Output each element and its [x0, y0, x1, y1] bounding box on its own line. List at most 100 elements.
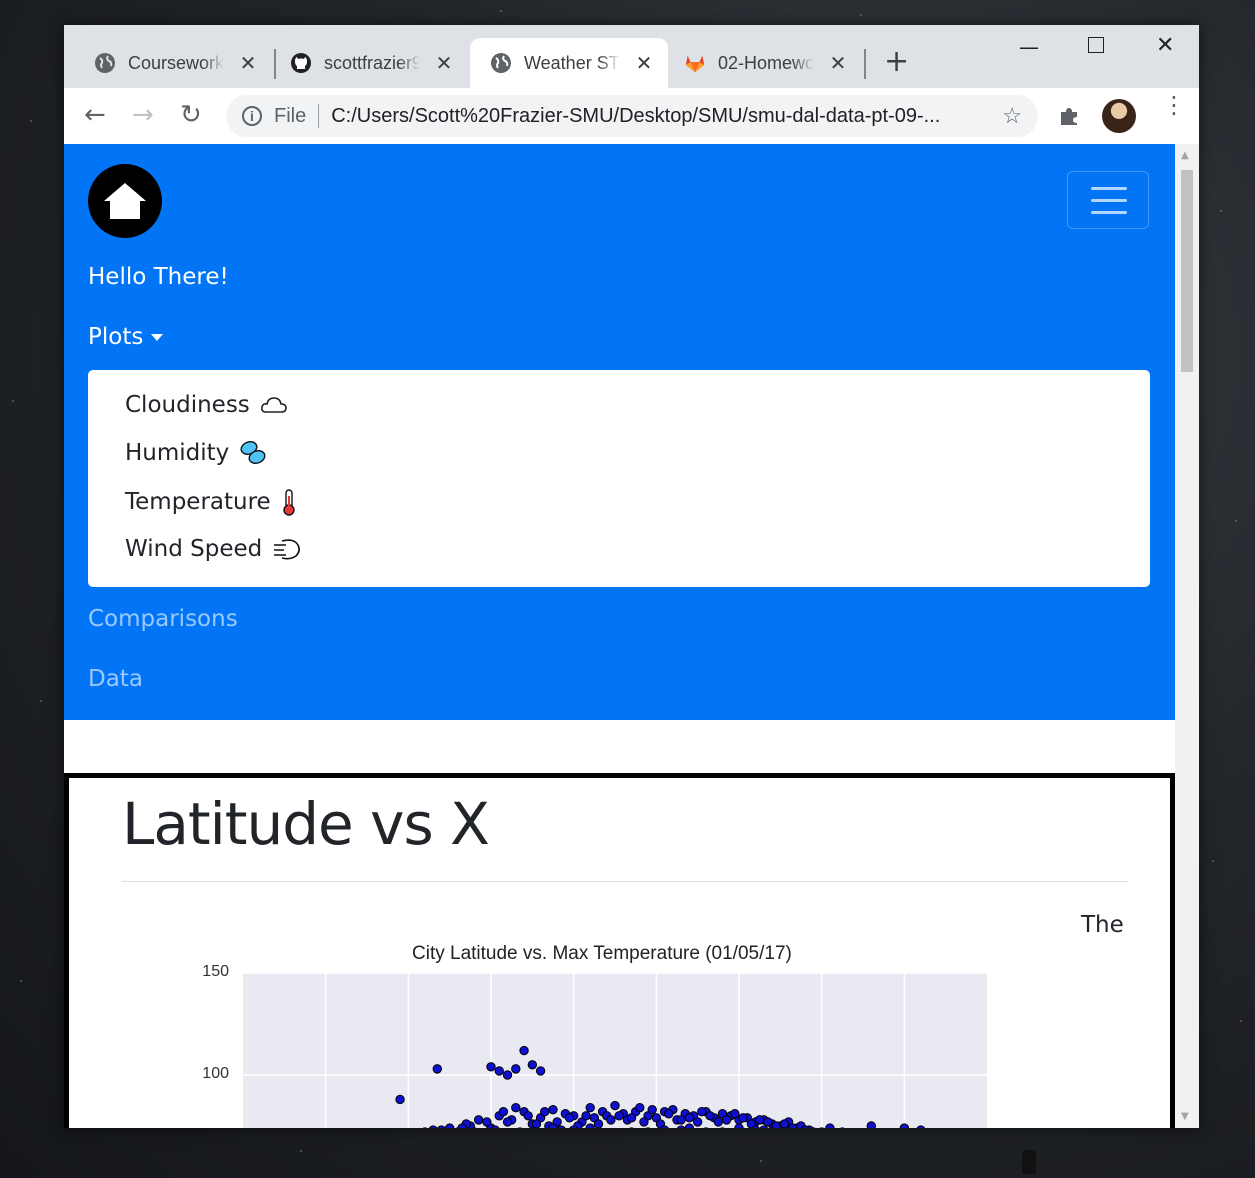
scatter-point — [763, 1117, 773, 1127]
scatter-point — [614, 1111, 624, 1121]
scatter-point — [705, 1111, 715, 1121]
tab-label: 02-Homewor — [718, 52, 814, 73]
plots-dropdown-toggle[interactable]: Plots — [88, 324, 164, 350]
tab-gitlab[interactable]: 02-Homewor ✕ — [654, 38, 864, 88]
tab-label: Weather STU — [524, 52, 620, 73]
site-navbar: Hello There! Plots Cloudiness Humidity T… — [64, 144, 1175, 720]
paragraph-text: The — [1081, 912, 1124, 938]
home-icon — [104, 183, 146, 219]
home-logo[interactable] — [88, 164, 162, 238]
globe-icon — [94, 52, 116, 74]
scatter-point — [585, 1102, 595, 1113]
scatter-plot — [243, 972, 987, 1128]
tab-weather[interactable]: Weather STU ✕ — [470, 38, 668, 88]
url-text[interactable]: C:/Users/Scott%20Frazier-SMU/Desktop/SMU… — [331, 105, 971, 128]
dropdown-item-temperature[interactable]: Temperature — [125, 488, 297, 516]
scatter-point — [866, 1121, 876, 1128]
browser-menu-icon[interactable]: ⋮ — [1162, 93, 1186, 117]
nav-link-data[interactable]: Data — [88, 666, 143, 692]
scatter-point — [647, 1104, 657, 1115]
tab-coursework[interactable]: Coursework | ✕ — [64, 38, 274, 88]
scatter-point — [697, 1107, 707, 1117]
scatter-point — [502, 1070, 513, 1080]
scatter-point — [540, 1107, 550, 1117]
scatter-point — [676, 1125, 686, 1128]
scatter-point — [511, 1102, 521, 1113]
scatter-point — [692, 1117, 703, 1127]
scatter-point — [779, 1119, 790, 1128]
new-tab-button[interactable]: + — [884, 47, 909, 77]
forward-button[interactable]: → — [132, 100, 154, 130]
y-tick-label: 100 — [202, 1065, 229, 1082]
tab-strip: Coursework | ✕ scottfrazier9 ✕ Weather S… — [64, 25, 1199, 88]
extensions-puzzle-icon[interactable] — [1058, 104, 1080, 132]
profile-avatar[interactable] — [1102, 99, 1136, 133]
scatter-point — [626, 1113, 637, 1123]
scatter-point — [721, 1115, 732, 1125]
scatter-point — [606, 1115, 616, 1125]
scatter-point — [593, 1119, 604, 1128]
dropdown-item-wind-speed[interactable]: Wind Speed — [125, 536, 302, 562]
cloud-icon — [260, 395, 288, 415]
dropdown-item-label: Cloudiness — [125, 392, 250, 418]
scatter-point — [482, 1117, 492, 1127]
close-icon[interactable]: ✕ — [828, 51, 848, 76]
greeting-text: Hello There! — [88, 264, 229, 290]
close-icon[interactable]: ✕ — [634, 51, 654, 76]
wind-icon — [272, 537, 302, 561]
close-icon[interactable]: ✕ — [434, 51, 454, 76]
scatter-plot-area — [243, 972, 987, 1128]
scatter-point — [564, 1113, 575, 1123]
reload-button[interactable]: ↻ — [180, 100, 202, 130]
tab-label: scottfrazier9 — [324, 52, 420, 73]
scatter-point — [457, 1123, 467, 1128]
scatter-point — [428, 1125, 438, 1128]
plots-dropdown-menu: Cloudiness Humidity Temperature Wind Spe… — [88, 370, 1150, 587]
scatter-point — [585, 1123, 595, 1128]
tab-github[interactable]: scottfrazier9 ✕ — [260, 38, 470, 88]
browser-toolbar: ← → ↻ i File C:/Users/Scott%20Frazier-SM… — [64, 88, 1199, 144]
scatter-point — [738, 1113, 748, 1123]
plots-label: Plots — [88, 324, 144, 350]
scatter-point — [664, 1109, 674, 1119]
gitlab-icon — [684, 52, 706, 74]
back-button[interactable]: ← — [84, 100, 106, 130]
scatter-point — [444, 1123, 455, 1128]
minimize-button[interactable]: — — [1019, 35, 1039, 59]
address-bar[interactable]: i File C:/Users/Scott%20Frazier-SMU/Desk… — [226, 95, 1038, 137]
droplets-icon — [239, 440, 267, 466]
address-divider — [318, 104, 320, 128]
navbar-toggler-button[interactable] — [1067, 171, 1149, 229]
close-icon[interactable]: ✕ — [238, 51, 258, 76]
scatter-point — [494, 1066, 504, 1076]
scatter-point — [535, 1066, 546, 1076]
globe-icon — [490, 52, 512, 74]
vertical-scrollbar[interactable]: ▲ ▼ — [1175, 144, 1199, 1128]
scatter-point — [639, 1117, 649, 1127]
scatter-point — [771, 1121, 781, 1128]
maximize-button[interactable] — [1088, 37, 1104, 53]
scatter-point — [486, 1062, 496, 1072]
bookmark-star-icon[interactable]: ☆ — [1002, 103, 1022, 129]
scatter-point — [684, 1123, 695, 1128]
divider — [122, 881, 1128, 882]
scatter-point — [502, 1117, 513, 1127]
scrollbar-thumb[interactable] — [1181, 170, 1193, 372]
scatter-point — [432, 1064, 442, 1074]
nav-link-comparisons[interactable]: Comparisons — [88, 606, 238, 632]
dropdown-item-humidity[interactable]: Humidity — [125, 440, 267, 466]
scatter-point — [684, 1113, 695, 1123]
close-window-button[interactable]: ✕ — [1156, 33, 1174, 58]
browser-window: Coursework | ✕ scottfrazier9 ✕ Weather S… — [64, 25, 1199, 1128]
page-viewport: Hello There! Plots Cloudiness Humidity T… — [64, 144, 1175, 1128]
dropdown-item-cloudiness[interactable]: Cloudiness — [125, 392, 288, 418]
scroll-down-arrow-icon[interactable]: ▼ — [1181, 1111, 1189, 1122]
thermometer-icon — [281, 488, 297, 516]
scatter-point — [548, 1104, 558, 1115]
scatter-point — [916, 1125, 926, 1128]
info-icon[interactable]: i — [242, 106, 262, 126]
silhouette-figure — [1022, 1150, 1036, 1174]
caret-down-icon — [151, 334, 164, 341]
scroll-up-arrow-icon[interactable]: ▲ — [1181, 150, 1189, 161]
dropdown-item-label: Temperature — [125, 489, 271, 515]
